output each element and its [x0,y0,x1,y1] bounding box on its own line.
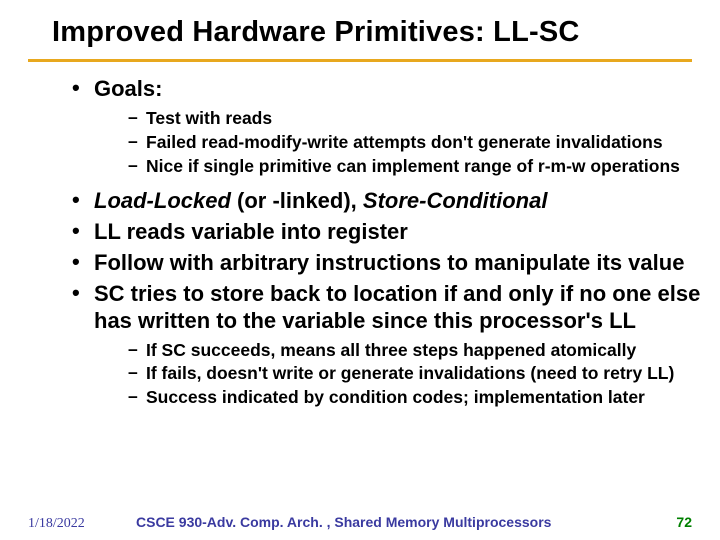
slide: Improved Hardware Primitives: LL-SC Goal… [0,0,720,540]
sc-sublist: If SC succeeds, means all three steps ha… [94,339,710,411]
llsc-mid: (or -linked), [231,188,363,213]
sc-sub-1: If SC succeeds, means all three steps ha… [128,339,710,363]
llsc-loadlocked: Load-Locked [94,188,231,213]
sc-sub-3: Success indicated by condition codes; im… [128,386,710,410]
footer-page-number: 72 [652,514,692,530]
sc-sub-2: If fails, doesn't write or generate inva… [128,362,710,386]
bullet-sc: SC tries to store back to location if an… [68,279,710,418]
goals-sub-1: Test with reads [128,107,710,131]
bullet-ll-reads: LL reads variable into register [68,217,710,248]
footer-date: 1/18/2022 [28,516,128,532]
bullet-follow: Follow with arbitrary instructions to ma… [68,248,710,279]
bullet-goals-label: Goals: [94,76,162,101]
slide-title: Improved Hardware Primitives: LL-SC [0,16,720,57]
goals-sub-3: Nice if single primitive can implement r… [128,155,710,179]
footer-course: CSCE 930-Adv. Comp. Arch. , Shared Memor… [128,514,652,530]
goals-sub-2: Failed read-modify-write attempts don't … [128,131,710,155]
bullet-sc-label: SC tries to store back to location if an… [94,281,700,333]
llsc-storecond: Store-Conditional [363,188,548,213]
bullet-goals: Goals: Test with reads Failed read-modif… [68,74,710,186]
slide-content: Goals: Test with reads Failed read-modif… [0,74,720,418]
slide-footer: 1/18/2022 CSCE 930-Adv. Comp. Arch. , Sh… [0,514,720,532]
title-underline [28,59,692,62]
bullet-llsc: Load-Locked (or -linked), Store-Conditio… [68,186,710,217]
goals-sublist: Test with reads Failed read-modify-write… [94,107,710,179]
bullet-list: Goals: Test with reads Failed read-modif… [68,74,710,418]
